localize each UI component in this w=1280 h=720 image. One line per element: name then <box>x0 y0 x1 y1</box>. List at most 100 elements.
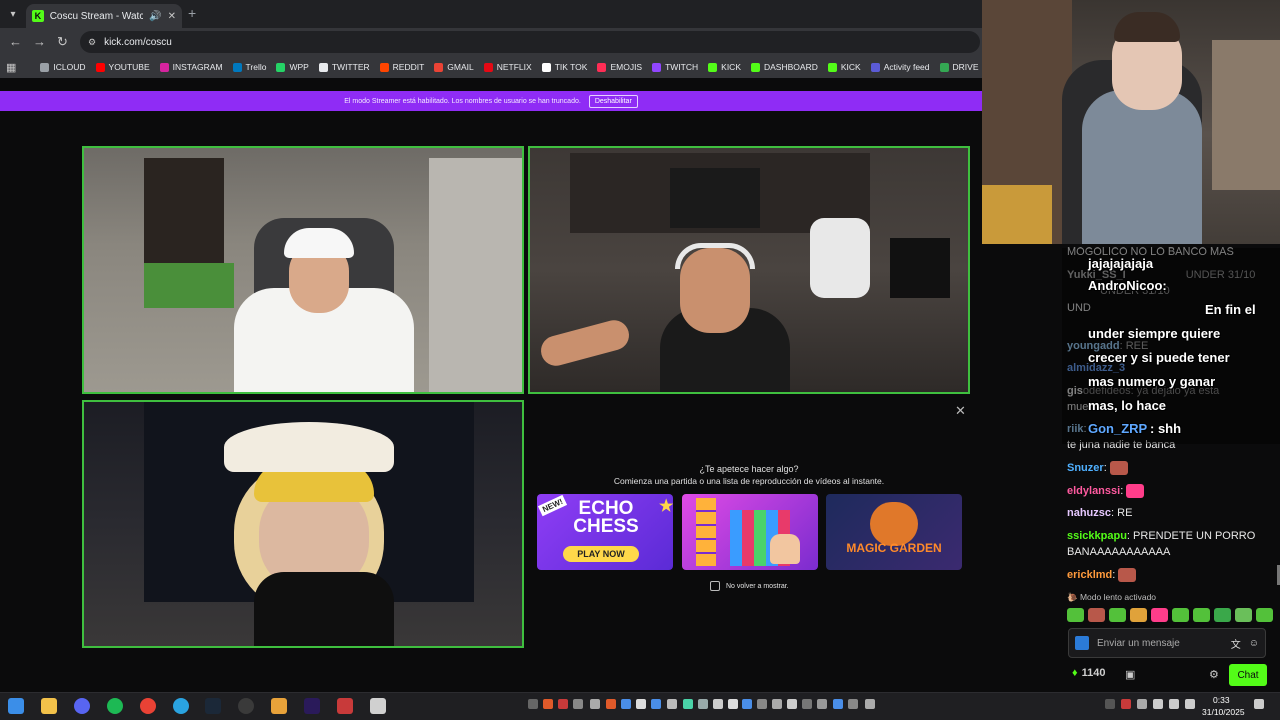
tray-icon[interactable] <box>667 699 677 709</box>
emote-icon[interactable] <box>1151 608 1168 622</box>
close-activity-icon[interactable]: ✕ <box>955 403 966 419</box>
chat-username[interactable]: ericklmd <box>1067 569 1112 581</box>
premiere-icon[interactable] <box>304 698 320 714</box>
video-cam-bottom-left[interactable] <box>82 400 524 648</box>
emote-icon[interactable] <box>1235 608 1252 622</box>
tray-icon[interactable] <box>528 699 538 709</box>
chat-input-field[interactable]: Enviar un mensaje 文 ☺ <box>1068 628 1266 658</box>
streamdeck-icon[interactable] <box>337 698 353 714</box>
telegram-icon[interactable] <box>173 698 189 714</box>
tray-icon[interactable] <box>1137 699 1147 709</box>
tray-icon[interactable] <box>651 699 661 709</box>
chat-username[interactable]: nahuzsc <box>1067 507 1111 519</box>
send-chat-button[interactable]: Chat <box>1229 664 1267 686</box>
tray-icon[interactable] <box>573 699 583 709</box>
emote-icon[interactable] <box>1067 608 1084 622</box>
bookmark-item[interactable]: TWITCH <box>652 62 698 72</box>
tray-icon[interactable] <box>606 699 616 709</box>
back-icon[interactable]: ← <box>9 34 22 49</box>
gift-icon[interactable]: ▣ <box>1125 668 1135 681</box>
file-explorer-icon[interactable] <box>41 698 57 714</box>
chevron-up-icon[interactable] <box>1105 699 1115 709</box>
bookmark-item[interactable]: YOUTUBE <box>95 62 150 72</box>
game-card-magic-garden[interactable]: MAGIC GARDEN <box>826 494 962 570</box>
browser-tab[interactable]: K Coscu Stream - Watch Live 🔊 ✕ <box>26 4 182 28</box>
tray-icon[interactable] <box>865 699 875 709</box>
notepad-icon[interactable] <box>370 698 386 714</box>
tray-icon[interactable] <box>802 699 812 709</box>
video-cam-top-left[interactable] <box>82 146 524 394</box>
tray-icon[interactable] <box>590 699 600 709</box>
obs-icon[interactable] <box>238 698 254 714</box>
notifications-icon[interactable] <box>1254 699 1264 709</box>
tray-icon[interactable] <box>698 699 708 709</box>
chat-username[interactable]: Snuzer <box>1067 462 1104 474</box>
tray-icon[interactable] <box>848 699 858 709</box>
tray-icon[interactable] <box>621 699 631 709</box>
network-icon[interactable] <box>1153 699 1163 709</box>
tray-icon[interactable] <box>558 699 568 709</box>
emote-icon[interactable] <box>1172 608 1189 622</box>
game-card-blocks[interactable] <box>682 494 818 570</box>
bookmark-item[interactable]: DRIVE <box>939 62 979 72</box>
emote-icon[interactable] <box>1088 608 1105 622</box>
disable-button[interactable]: Deshabilitar <box>588 94 638 108</box>
reload-icon[interactable]: ↻ <box>57 34 68 50</box>
new-tab-button[interactable]: + <box>188 5 196 21</box>
steam-icon[interactable] <box>205 698 221 714</box>
bookmark-item[interactable]: DASHBOARD <box>751 62 818 72</box>
tray-icon[interactable] <box>713 699 723 709</box>
app-icon[interactable] <box>271 698 287 714</box>
tray-icon[interactable] <box>728 699 738 709</box>
bookmark-item[interactable]: INSTAGRAM <box>159 62 223 72</box>
bookmark-item[interactable]: Trello <box>232 62 266 72</box>
close-tab-icon[interactable]: ✕ <box>168 11 176 22</box>
checkbox-box[interactable] <box>710 581 720 591</box>
tray-icon[interactable] <box>833 699 843 709</box>
emote-icon[interactable] <box>1109 608 1126 622</box>
tray-icon[interactable] <box>817 699 827 709</box>
tray-icon[interactable] <box>757 699 767 709</box>
chat-identity-icon[interactable] <box>1075 636 1089 650</box>
tray-icon[interactable] <box>683 699 693 709</box>
tray-icon[interactable] <box>636 699 646 709</box>
apps-grid-icon[interactable]: ▦ <box>6 61 16 74</box>
volume-icon[interactable] <box>1185 699 1195 709</box>
emote-icon[interactable] <box>1193 608 1210 622</box>
site-info-icon[interactable]: ⚙ <box>88 37 96 48</box>
video-cam-top-right[interactable] <box>528 146 970 394</box>
bookmark-item[interactable]: KICK <box>827 62 861 72</box>
tray-icon[interactable] <box>742 699 752 709</box>
forward-icon[interactable]: → <box>33 34 46 49</box>
tray-icon[interactable] <box>772 699 782 709</box>
chrome-icon[interactable] <box>140 698 156 714</box>
game-card-echo-chess[interactable]: NEW! ECHO CHESS ★ PLAY NOW <box>537 494 673 570</box>
emote-icon[interactable] <box>1130 608 1147 622</box>
tray-icon[interactable] <box>787 699 797 709</box>
bookmark-item[interactable]: WPP <box>276 62 309 72</box>
emote-icon[interactable] <box>1256 608 1273 622</box>
channel-points[interactable]: ♦ 1140 <box>1072 667 1106 679</box>
dont-show-checkbox[interactable]: No volver a mostrar. <box>710 581 789 591</box>
url-field[interactable]: ⚙ kick.com/coscu <box>80 31 980 53</box>
spotify-icon[interactable] <box>107 698 123 714</box>
chat-settings-gear-icon[interactable]: ⚙ <box>1209 668 1219 681</box>
clock-time[interactable]: 0:33 <box>1213 695 1230 705</box>
chat-username[interactable]: eldylanssi <box>1067 485 1120 497</box>
translate-icon[interactable]: 文 <box>1231 636 1241 651</box>
bookmark-item[interactable]: TWITTER <box>318 62 370 72</box>
tab-search-icon[interactable]: ▾ <box>4 5 22 23</box>
chat-username[interactable]: ssickkpapu <box>1067 530 1127 542</box>
speaker-icon[interactable]: 🔊 <box>149 11 161 22</box>
tray-icon[interactable] <box>1121 699 1131 709</box>
discord-icon[interactable] <box>74 698 90 714</box>
emoji-picker-icon[interactable]: ☺ <box>1249 638 1259 649</box>
bookmark-item[interactable]: GMAIL <box>434 62 474 72</box>
bookmark-item[interactable]: TIK TOK <box>541 62 587 72</box>
bookmark-item[interactable]: EMOJIS <box>597 62 642 72</box>
bookmark-item[interactable]: Activity feed <box>870 62 930 72</box>
bookmark-item[interactable]: KICK <box>708 62 741 72</box>
emote-icon[interactable] <box>1214 608 1231 622</box>
bookmark-item[interactable]: REDDIT <box>379 62 424 72</box>
tray-icon[interactable] <box>543 699 553 709</box>
